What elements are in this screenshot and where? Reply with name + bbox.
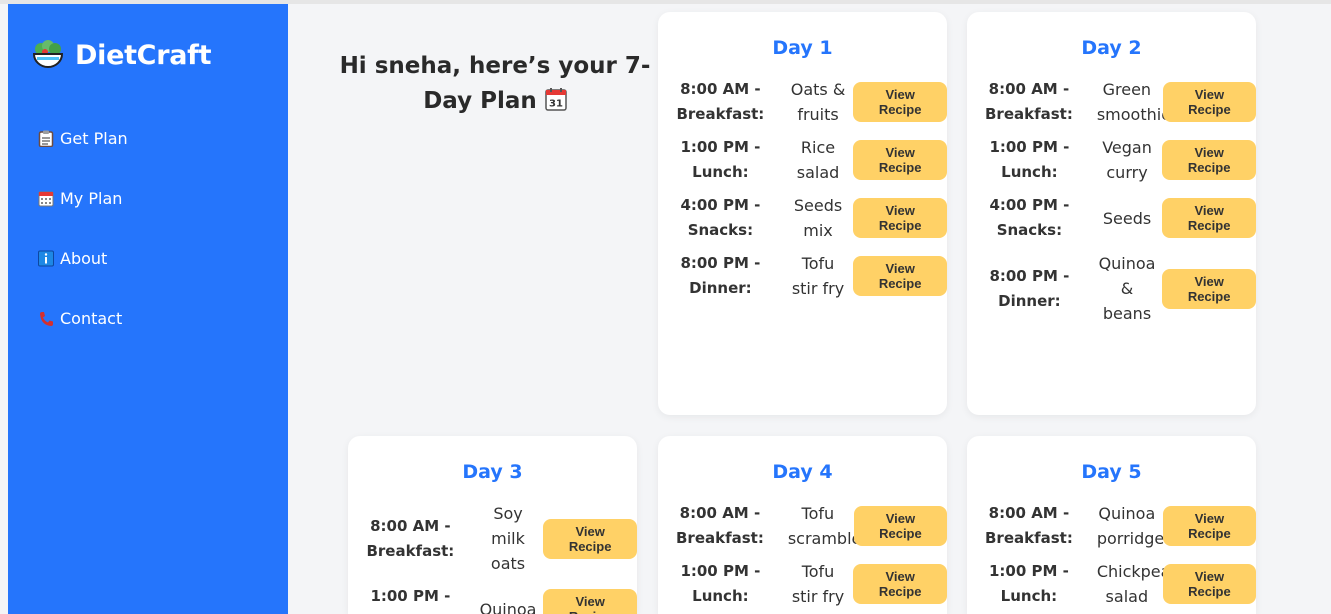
clipboard-icon xyxy=(38,130,54,147)
day-title: Day 2 xyxy=(1081,37,1142,59)
view-recipe-button[interactable]: View Recipe xyxy=(1162,140,1256,180)
meal-time: 1:00 PM - Lunch: xyxy=(680,138,761,181)
day-card: Day 5 8:00 AM - Breakfast: Quinoa porrid… xyxy=(967,436,1256,614)
meal-time: 8:00 AM - Breakfast: xyxy=(676,80,765,123)
calendar-icon: 31 xyxy=(545,88,567,112)
meal-time: 1:00 PM - Lunch: xyxy=(989,138,1070,181)
view-recipe-button[interactable]: View Recipe xyxy=(1162,268,1256,309)
phone-icon xyxy=(40,312,53,326)
sidebar-item-get-plan[interactable]: Get Plan xyxy=(38,129,128,148)
day-title: Day 1 xyxy=(772,37,833,59)
meal-food: Seeds xyxy=(1102,208,1152,228)
calendar-icon xyxy=(38,191,54,207)
meal-row: 4:00 PM - Snacks: Seeds View Recipe xyxy=(967,189,1256,247)
page-title-text: Hi sneha, here’s your 7-Day Plan xyxy=(339,53,651,115)
meal-row: 1:00 PM - Lunch: Vegan curry View Recipe xyxy=(967,131,1256,189)
meal-time: 1:00 PM - Lunch: xyxy=(370,587,451,614)
view-recipe-button[interactable]: View Recipe xyxy=(853,140,947,180)
meal-time: 8:00 PM - Dinner: xyxy=(989,266,1070,310)
app-name: DietCraft xyxy=(75,39,212,71)
view-recipe-button[interactable]: View Recipe xyxy=(543,589,637,614)
day-title: Day 5 xyxy=(1081,461,1142,483)
view-recipe-button[interactable]: View Recipe xyxy=(853,256,947,296)
meal-food: Chickpea salad xyxy=(1096,562,1171,606)
view-recipe-button[interactable]: View Recipe xyxy=(853,198,947,238)
meal-time: 4:00 PM - Snacks: xyxy=(989,196,1070,239)
day-card: Day 3 8:00 AM - Breakfast: Soy milk oats… xyxy=(348,436,637,614)
meal-row: 1:00 PM - Lunch: Tofu stir fry View Reci… xyxy=(658,555,947,613)
sidebar-item-label: Contact xyxy=(60,309,123,328)
meal-food: Tofu stir fry xyxy=(791,254,845,298)
meal-row: 8:00 AM - Breakfast: Oats & fruits View … xyxy=(658,73,947,131)
meal-row: 1:00 PM - Lunch: Rice salad View Recipe xyxy=(658,131,947,189)
meal-food: Quinoa porridge xyxy=(1096,504,1165,548)
meal-food: Quinoa & beans xyxy=(1098,254,1156,323)
view-recipe-button[interactable]: View Recipe xyxy=(853,564,947,604)
sidebar-item-label: Get Plan xyxy=(60,129,128,148)
meal-food: Quinoa xyxy=(479,599,537,614)
meal-food: Vegan curry xyxy=(1102,138,1152,182)
meal-time: 1:00 PM - Lunch: xyxy=(988,562,1069,605)
meal-time: 8:00 AM - Breakfast: xyxy=(984,80,1073,123)
app-logo[interactable]: DietCraft xyxy=(31,38,212,72)
meal-row: 8:00 AM - Breakfast: Tofu scramble View … xyxy=(658,497,947,555)
meal-row: 1:00 PM - Lunch: Chickpea salad View Rec… xyxy=(967,555,1256,613)
meal-food: Oats & fruits xyxy=(790,80,846,124)
view-recipe-button[interactable]: View Recipe xyxy=(853,82,947,122)
meal-food: Soy milk oats xyxy=(490,504,526,573)
view-recipe-button[interactable]: View Recipe xyxy=(1162,506,1256,546)
view-recipe-button[interactable]: View Recipe xyxy=(543,518,637,559)
meal-row: 4:00 PM - Snacks: Seeds mix View Recipe xyxy=(658,189,947,247)
meal-row: 8:00 AM - Breakfast: Quinoa porridge Vie… xyxy=(967,497,1256,555)
salad-bowl-icon xyxy=(32,40,64,68)
svg-text:31: 31 xyxy=(549,99,563,110)
sidebar-item-label: My Plan xyxy=(60,189,123,208)
page-title: Hi sneha, here’s your 7-Day Plan 31 xyxy=(330,49,660,119)
meal-time: 8:00 PM - Dinner: xyxy=(680,254,761,297)
meal-time: 4:00 PM - Snacks: xyxy=(680,196,761,239)
view-recipe-button[interactable]: View Recipe xyxy=(1162,564,1256,604)
day-card: Day 1 8:00 AM - Breakfast: Oats & fruits… xyxy=(658,12,947,415)
meal-row: 8:00 AM - Breakfast: Green smoothie View… xyxy=(967,73,1256,131)
meal-row: 8:00 PM - Dinner: Tofu stir fry View Rec… xyxy=(658,247,947,305)
meal-time: 1:00 PM - Lunch: xyxy=(680,562,761,605)
view-recipe-button[interactable]: View Recipe xyxy=(853,506,947,546)
meal-food: Green smoothie xyxy=(1096,80,1172,124)
meal-food: Tofu scramble xyxy=(787,504,862,548)
day-title: Day 4 xyxy=(772,461,833,483)
sidebar-item-label: About xyxy=(60,249,108,268)
sidebar-item-contact[interactable]: Contact xyxy=(38,309,122,328)
meal-food: Tofu stir fry xyxy=(791,562,845,606)
sidebar-item-my-plan[interactable]: My Plan xyxy=(38,189,122,208)
meal-row: 1:00 PM - Lunch: Quinoa View Recipe xyxy=(348,580,637,614)
day-card: Day 2 8:00 AM - Breakfast: Green smoothi… xyxy=(967,12,1256,415)
meal-time: 8:00 AM - Breakfast: xyxy=(984,504,1073,547)
meal-food: Rice salad xyxy=(796,138,840,182)
meal-food: Seeds mix xyxy=(793,196,843,240)
day-title: Day 3 xyxy=(462,461,523,483)
view-recipe-button[interactable]: View Recipe xyxy=(1162,198,1256,238)
sidebar-item-about[interactable]: About xyxy=(38,249,107,268)
day-card: Day 4 8:00 AM - Breakfast: Tofu scramble… xyxy=(658,436,947,614)
meal-time: 8:00 AM - Breakfast: xyxy=(675,504,764,547)
meal-time: 8:00 AM - Breakfast: xyxy=(366,516,455,560)
sidebar: DietCraft Get Plan My Plan About Contact xyxy=(8,4,288,614)
meal-row: 8:00 AM - Breakfast: Soy milk oats View … xyxy=(348,497,637,580)
view-recipe-button[interactable]: View Recipe xyxy=(1162,82,1256,122)
info-icon xyxy=(38,250,54,267)
meal-row: 8:00 PM - Dinner: Quinoa & beans View Re… xyxy=(967,247,1256,330)
